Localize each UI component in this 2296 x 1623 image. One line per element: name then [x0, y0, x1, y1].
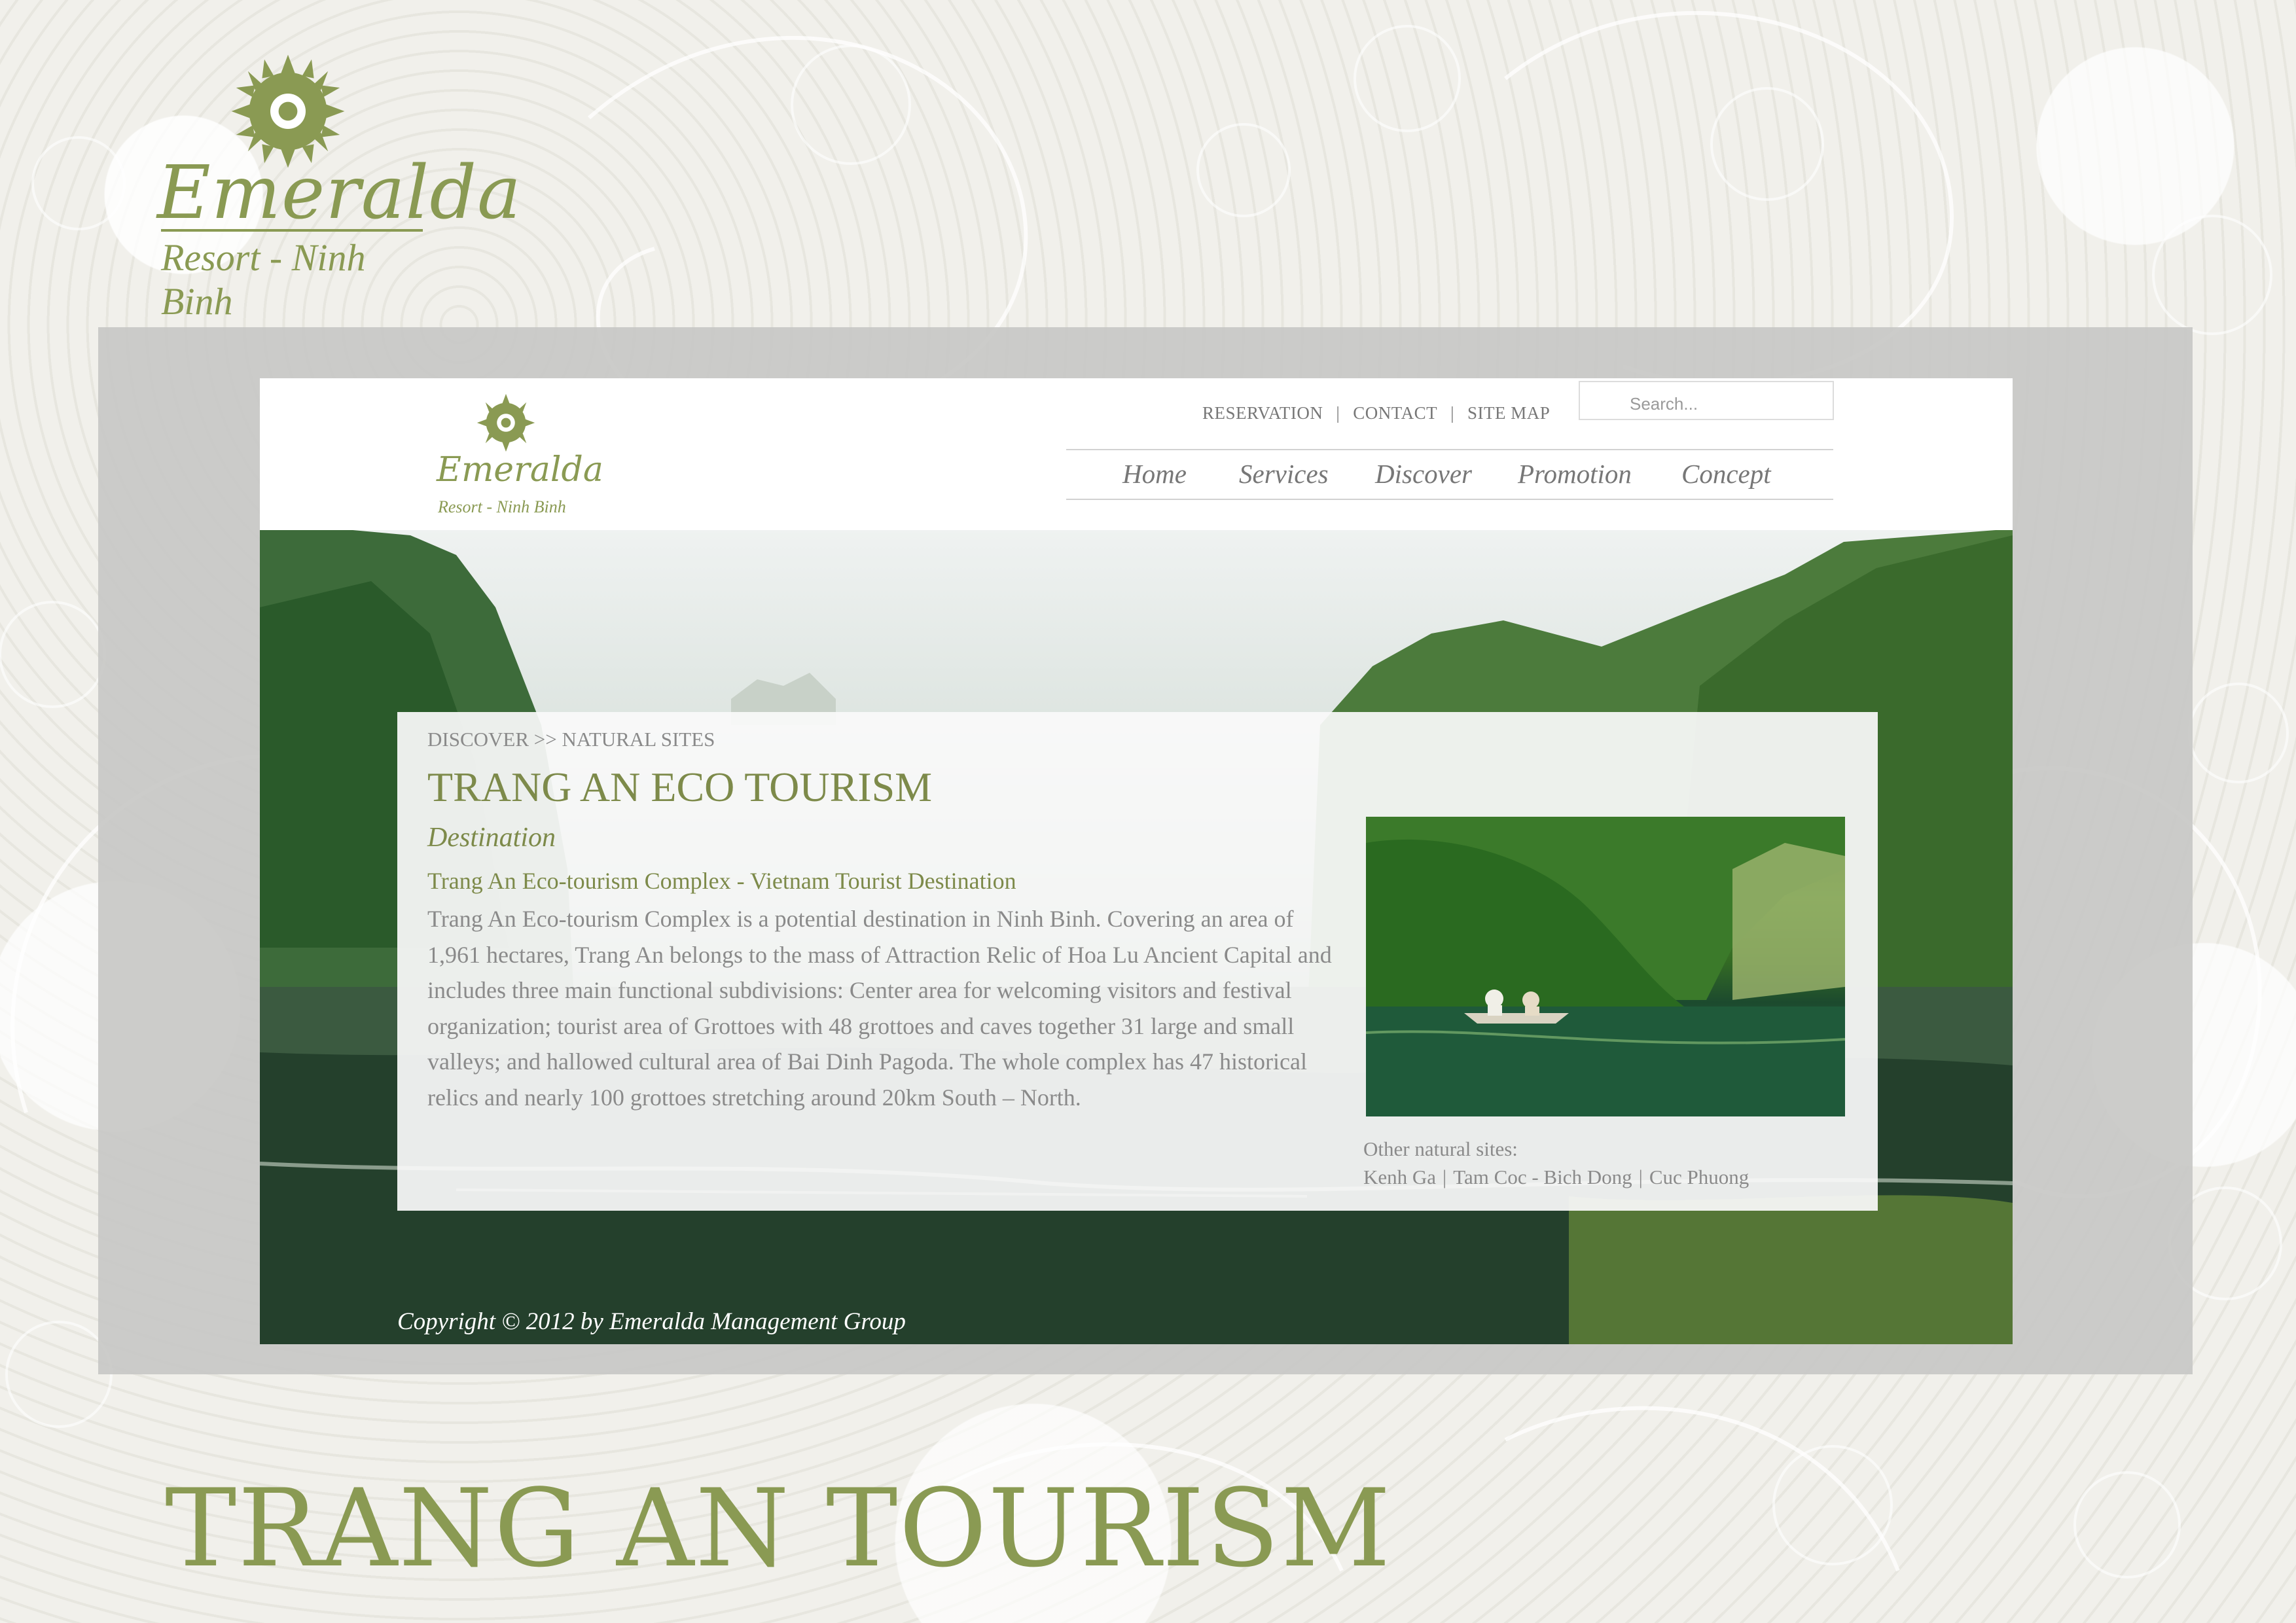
tam-coc-bich-dong-link[interactable]: Tam Coc - Bich Dong — [1453, 1166, 1632, 1188]
site-logo[interactable]: Emeralda Resort - Ninh Binh — [437, 393, 607, 524]
kenh-ga-link[interactable]: Kenh Ga — [1363, 1166, 1436, 1188]
website-screenshot: Emeralda Resort - Ninh Binh RESERVATION |… — [260, 378, 2013, 1344]
site-header: Emeralda Resort - Ninh Binh RESERVATION |… — [260, 378, 2013, 530]
article-subheading: Trang An Eco-tourism Complex - Vietnam T… — [427, 868, 1016, 894]
cuc-phuong-link[interactable]: Cuc Phuong — [1649, 1166, 1749, 1188]
reservation-link[interactable]: RESERVATION — [1202, 403, 1323, 423]
section-label: Destination — [427, 823, 556, 853]
top-links: RESERVATION | CONTACT | SITE MAP — [1202, 403, 1550, 423]
contact-link[interactable]: CONTACT — [1353, 403, 1437, 423]
slide-title: TRANG AN TOURISM — [165, 1466, 1392, 1591]
nav-item-services[interactable]: Services — [1239, 458, 1329, 490]
main-nav: Home Services Discover Promotion Concept — [1066, 449, 1833, 500]
brand-logo: Emeralda Resort - Ninh Binh — [157, 52, 521, 323]
other-sites-label: Other natural sites: — [1363, 1137, 1518, 1160]
content-panel: DISCOVER >> NATURAL SITES TRANG AN ECO T… — [397, 712, 1878, 1211]
search-input[interactable] — [1579, 381, 1834, 420]
boat-scene — [1366, 817, 1845, 1116]
separator: | — [1638, 1166, 1643, 1188]
boat-river-photo — [1366, 817, 1845, 1116]
nav-item-home[interactable]: Home — [1122, 458, 1187, 490]
separator: | — [1336, 403, 1340, 423]
separator: | — [1450, 403, 1455, 423]
sun-emblem-icon — [476, 393, 535, 452]
brand-divider — [161, 229, 423, 232]
brand-name: Emeralda — [157, 151, 522, 236]
article-body: Trang An Eco-tourism Complex is a potent… — [427, 906, 1332, 1111]
site-logo-subtitle: Resort - Ninh Binh — [438, 497, 566, 516]
separator: | — [1443, 1166, 1447, 1188]
page-title: TRANG AN ECO TOURISM — [427, 764, 933, 810]
site-logo-name: Emeralda — [437, 450, 603, 490]
site-map-link[interactable]: SITE MAP — [1467, 403, 1550, 423]
copyright-notice: Copyright © 2012 by Emeralda Management … — [397, 1308, 906, 1335]
nav-item-promotion[interactable]: Promotion — [1518, 458, 1632, 490]
brand-subtitle: Resort - Ninh Binh — [161, 236, 366, 323]
breadcrumb: DISCOVER >> NATURAL SITES — [427, 728, 715, 751]
nav-item-discover[interactable]: Discover — [1375, 458, 1472, 490]
nav-item-concept[interactable]: Concept — [1681, 458, 1771, 490]
other-sites-links: Kenh Ga | Tam Coc - Bich Dong | Cuc Phuong — [1363, 1166, 1749, 1189]
